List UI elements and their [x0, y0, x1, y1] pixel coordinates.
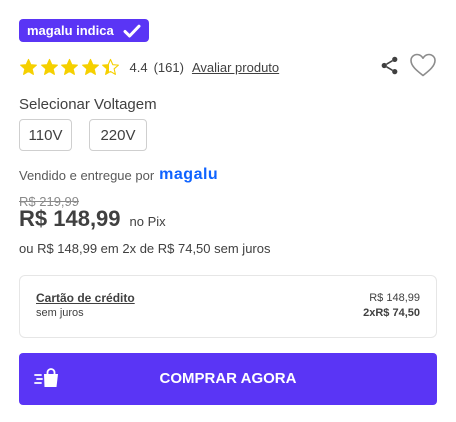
star-icon: [40, 58, 58, 75]
seller-prefix: Vendido e entregue por: [19, 167, 155, 183]
star-icon: [20, 58, 37, 75]
share-icon[interactable]: [379, 55, 400, 76]
check-icon: [123, 24, 141, 37]
rating-value: 4.4: [129, 59, 148, 75]
badge-label: magalu indica: [27, 23, 114, 38]
price-row: R$ 148,99 no Pix: [19, 206, 166, 232]
review-product-link[interactable]: Avaliar produto: [192, 60, 279, 75]
price-method: no Pix: [129, 214, 166, 229]
payment-method-name[interactable]: Cartão de crédito: [36, 291, 135, 305]
rating-row: 4.4 (161) Avaliar produto: [19, 56, 279, 78]
installments-text: ou R$ 148,99 em 2x de R$ 74,50 sem juros: [19, 241, 271, 256]
seller-info: Vendido e entregue por magalu: [19, 165, 218, 185]
star-icon: [61, 58, 78, 75]
payment-installments: 2xR$ 74,50: [363, 307, 420, 319]
voltage-220v-button[interactable]: 220V: [89, 119, 147, 151]
rating-stars: [19, 58, 122, 77]
star-icon: [81, 58, 99, 75]
buy-now-label: COMPRAR AGORA: [159, 370, 297, 387]
voltage-title: Selecionar Voltagem: [19, 96, 157, 113]
rating-count: (161): [153, 59, 184, 75]
store-logo[interactable]: magalu: [159, 166, 218, 184]
current-price: R$ 148,99: [19, 206, 121, 231]
heart-icon[interactable]: [408, 50, 438, 80]
star-icon: [102, 58, 119, 75]
payment-method-subtitle: sem juros: [36, 307, 84, 319]
buy-now-button[interactable]: COMPRAR AGORA: [19, 353, 437, 405]
payment-price: R$ 148,99: [369, 292, 420, 304]
payment-option-card: Cartão de crédito sem juros R$ 148,99 2x…: [19, 275, 437, 338]
recommendation-badge: magalu indica: [19, 19, 149, 42]
voltage-110v-button[interactable]: 110V: [19, 119, 72, 151]
